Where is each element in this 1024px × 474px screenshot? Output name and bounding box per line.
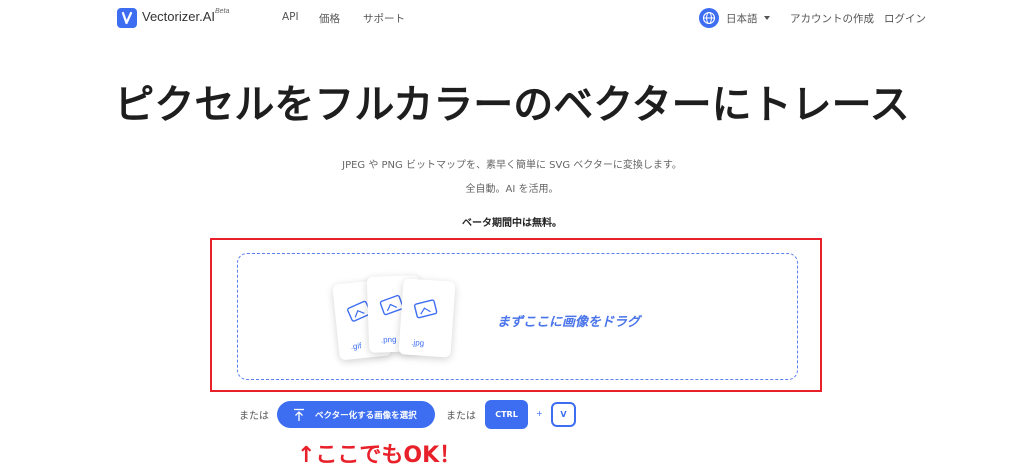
free-beta-note: ベータ期間中は無料。 — [462, 218, 562, 229]
nav-link-support[interactable]: サポート — [363, 11, 405, 26]
or-label: または — [446, 411, 476, 422]
select-image-button[interactable]: ベクター化する画像を選択 — [277, 401, 435, 428]
or-label: または — [239, 411, 269, 422]
page-title: ピクセルをフルカラーのベクターにトレース — [114, 82, 910, 128]
globe-icon[interactable] — [699, 8, 719, 28]
chevron-down-icon[interactable] — [764, 16, 770, 20]
file-extension: .png — [380, 334, 397, 345]
nav-link-pricing[interactable]: 価格 — [319, 11, 340, 26]
drag-instruction: まずここに画像をドラグ — [497, 315, 641, 330]
hero-subtitle: JPEG や PNG ビットマップを、素早く簡単に SVG ベクターに変換します… — [342, 160, 682, 171]
beta-badge: Beta — [215, 8, 230, 15]
annotation-note: ↑ここでもOK！ — [297, 443, 462, 468]
file-extension: .jpg — [410, 337, 425, 348]
jpg-file-icon: .jpg — [398, 278, 456, 358]
top-navigation: Vectorizer.AI Beta API 価格 サポート 日本語 アカウント… — [0, 0, 1024, 36]
hero-tagline: 全自動。AI を活用。 — [465, 184, 559, 195]
select-image-label: ベクター化する画像を選択 — [315, 411, 417, 421]
create-account-link[interactable]: アカウントの作成 — [790, 11, 874, 26]
v-key: V — [551, 402, 576, 427]
language-selector[interactable]: 日本語 — [726, 11, 758, 26]
file-extension: .gif — [350, 341, 362, 352]
login-link[interactable]: ログイン — [884, 11, 926, 26]
nav-link-api[interactable]: API — [282, 11, 299, 23]
brand-name[interactable]: Vectorizer.AI — [142, 9, 215, 24]
upload-icon — [294, 408, 304, 421]
vectorizer-logo-icon[interactable] — [117, 8, 137, 28]
plus-sign: + — [536, 409, 543, 418]
ctrl-key: CTRL — [485, 400, 528, 429]
